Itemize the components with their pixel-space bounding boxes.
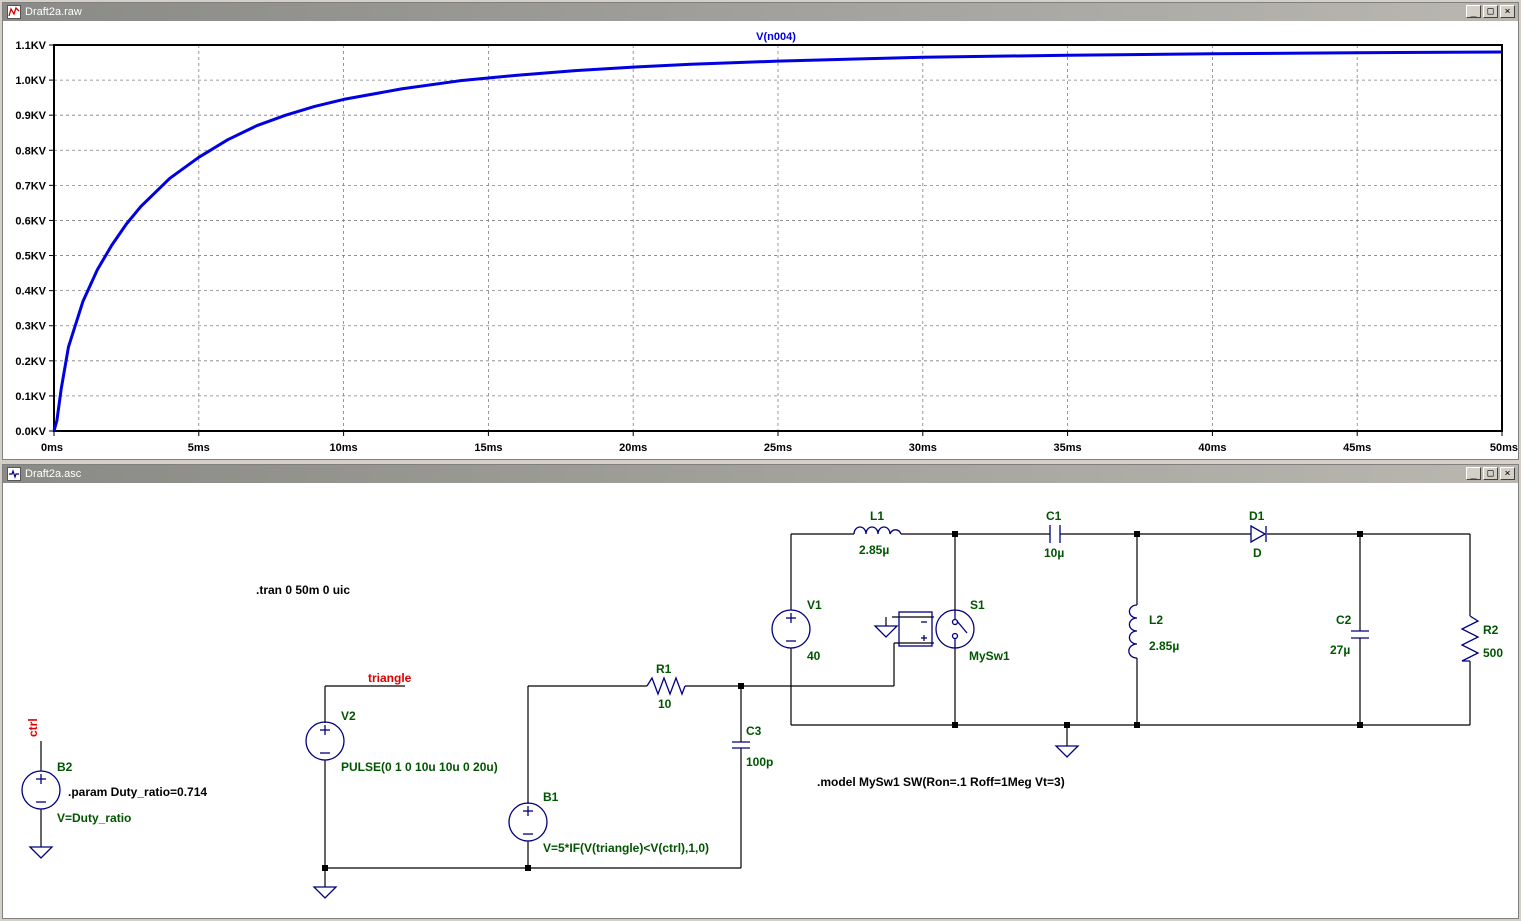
y-tick-label: 1.0KV <box>15 75 46 87</box>
behavioral-source-B1-symbol[interactable] <box>508 802 548 842</box>
x-tick-label: 5ms <box>188 442 210 454</box>
schematic-window: Draft2a.asc _ □ × L1 2.85µ C1 10µ D1 D V… <box>2 464 1519 919</box>
L2-name: L2 <box>1149 613 1163 627</box>
D1-name: D1 <box>1249 509 1265 523</box>
L2-value: 2.85µ <box>1149 639 1179 653</box>
ground-symbol <box>28 846 54 859</box>
trace-label[interactable]: V(n004) <box>756 31 796 43</box>
y-tick-label: 0.5KV <box>15 251 46 263</box>
C1-value: 10µ <box>1044 546 1064 560</box>
C2-name: C2 <box>1336 613 1352 627</box>
C2-value: 27µ <box>1330 643 1350 657</box>
diode-D1-symbol[interactable] <box>1250 524 1267 544</box>
x-tick-label: 25ms <box>764 442 792 454</box>
y-tick-label: 1.1KV <box>15 40 46 52</box>
waveform-file-icon <box>7 5 21 19</box>
series-line-v-n004[interactable] <box>52 50 1503 432</box>
schematic-canvas[interactable]: L1 2.85µ C1 10µ D1 D V1 40 S1 MySw1 L2 2… <box>3 465 1518 918</box>
waveform-plot[interactable]: 0.0KV 0.1KV 0.2KV 0.3KV 0.4KV 0.5KV 0.6KV 0.7KV… <box>3 21 1518 459</box>
ground-symbol <box>873 625 899 638</box>
x-tick-label: 30ms <box>909 442 937 454</box>
C3-name: C3 <box>746 724 762 738</box>
y-tick-label: 0.8KV <box>15 145 46 157</box>
B1-value: V=5*IF(V(triangle)<V(ctrl),1,0) <box>543 841 709 855</box>
V2-value: PULSE(0 1 0 10u 10u 0 20u) <box>341 760 498 774</box>
maximize-button[interactable]: □ <box>1483 5 1498 18</box>
R1-value: 10 <box>658 697 672 711</box>
L1-name: L1 <box>870 509 884 523</box>
behavioral-source-B2-symbol[interactable] <box>21 770 61 810</box>
close-button[interactable]: × <box>1500 5 1515 18</box>
junction-dots <box>322 531 1363 871</box>
S1-value: MySw1 <box>969 649 1010 663</box>
net-label-ctrl[interactable]: ctrl <box>26 718 40 737</box>
B2-name: B2 <box>57 760 73 774</box>
x-tick-label: 40ms <box>1198 442 1226 454</box>
y-tick-label: 0.2KV <box>15 356 46 368</box>
C3-value: 100p <box>746 755 773 769</box>
waveform-window-title: Draft2a.raw <box>25 6 82 18</box>
y-tick-label: 0.1KV <box>15 391 46 403</box>
y-tick-label: 0.0KV <box>15 426 46 438</box>
L1-value: 2.85µ <box>859 543 889 557</box>
ground-symbol <box>312 886 338 899</box>
S1-name: S1 <box>970 598 985 612</box>
waveform-title-bar[interactable]: Draft2a.raw _ □ × <box>3 3 1518 21</box>
x-tick-label: 35ms <box>1054 442 1082 454</box>
y-tick-label: 0.6KV <box>15 215 46 227</box>
B2-value: V=Duty_ratio <box>57 811 131 825</box>
param-directive[interactable]: .param Duty_ratio=0.714 <box>68 785 207 799</box>
capacitor-C2-symbol[interactable] <box>1351 630 1369 639</box>
resistor-R2-symbol[interactable] <box>1460 615 1480 662</box>
y-tick-label: 0.9KV <box>15 110 46 122</box>
voltage-source-V1-symbol[interactable] <box>771 609 811 649</box>
voltage-source-V2-symbol[interactable] <box>305 721 345 761</box>
tran-directive[interactable]: .tran 0 50m 0 uic <box>256 583 350 597</box>
y-tick-label: 0.4KV <box>15 286 46 298</box>
D1-value: D <box>1253 546 1262 560</box>
capacitor-C1-symbol[interactable] <box>1049 525 1061 543</box>
V1-value: 40 <box>807 649 821 663</box>
net-label-triangle[interactable]: triangle <box>368 671 412 685</box>
V1-name: V1 <box>807 598 822 612</box>
capacitor-C3-symbol[interactable] <box>732 741 750 749</box>
x-tick-label: 45ms <box>1343 442 1371 454</box>
C1-name: C1 <box>1046 509 1062 523</box>
ground-symbol <box>1054 745 1080 758</box>
minimize-button[interactable]: _ <box>1466 5 1481 18</box>
x-tick-label: 50ms <box>1490 442 1518 454</box>
x-tick-label: 20ms <box>619 442 647 454</box>
resistor-R1-symbol[interactable] <box>646 676 686 696</box>
inductor-L1-symbol[interactable] <box>853 526 902 535</box>
B1-name: B1 <box>543 790 559 804</box>
y-tick-label: 0.7KV <box>15 180 46 192</box>
x-tick-label: 0ms <box>41 442 63 454</box>
R2-value: 500 <box>1483 646 1503 660</box>
x-tick-label: 15ms <box>474 442 502 454</box>
R1-name: R1 <box>656 662 672 676</box>
V2-name: V2 <box>341 709 356 723</box>
switch-S1-symbol[interactable] <box>898 609 975 649</box>
inductor-L2-symbol[interactable] <box>1128 604 1138 659</box>
waveform-window: Draft2a.raw _ □ × 0.0KV 0.1KV 0.2KV 0.3KV 0.… <box>2 2 1519 460</box>
model-directive[interactable]: .model MySw1 SW(Ron=.1 Roff=1Meg Vt=3) <box>817 775 1065 789</box>
y-tick-label: 0.3KV <box>15 321 46 333</box>
R2-name: R2 <box>1483 623 1499 637</box>
x-tick-label: 10ms <box>330 442 358 454</box>
